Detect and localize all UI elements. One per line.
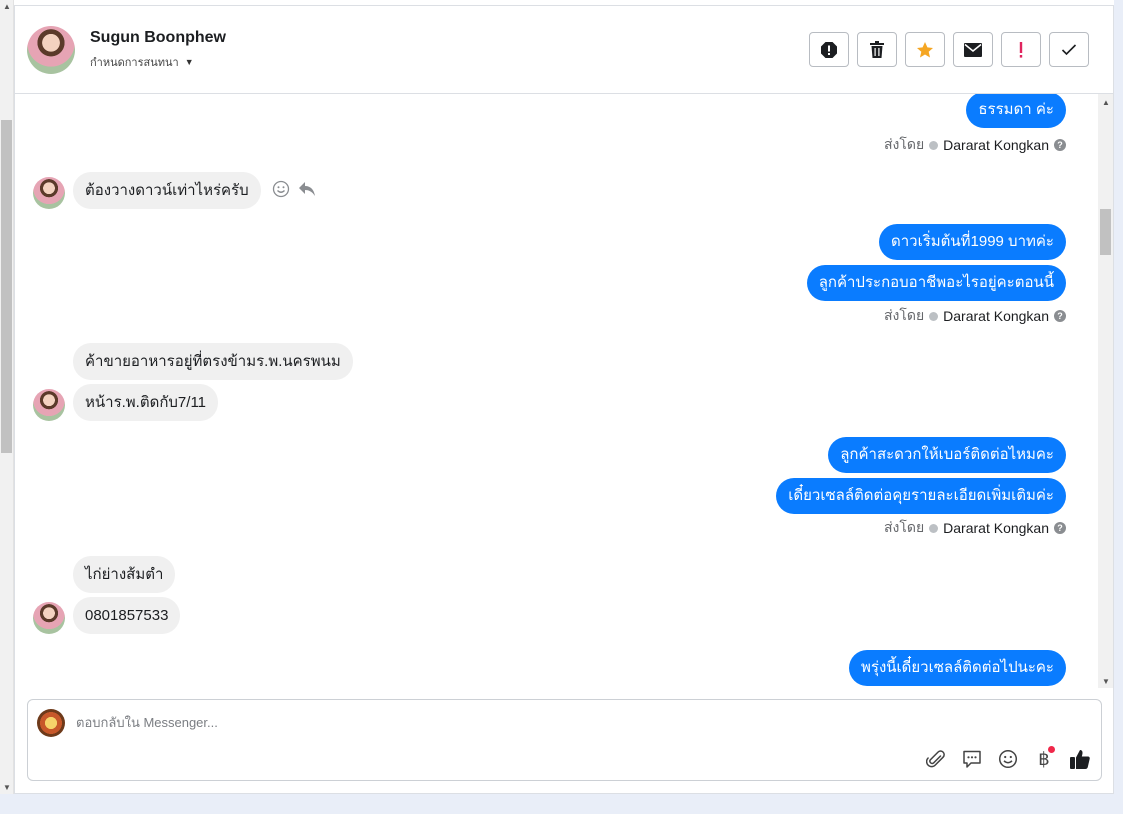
header-actions <box>809 32 1089 67</box>
saved-reply-button[interactable] <box>961 748 983 770</box>
message-bubble-outgoing[interactable]: ธรรมดา ค่ะ <box>966 94 1066 128</box>
message-bubble-incoming[interactable]: ไก่ย่างส้มตำ <box>73 556 176 593</box>
message-bubble-outgoing[interactable]: เดี๋ยวเซลล์ติดต่อคุยรายละเอียดเพิ่มเติมค… <box>776 478 1066 514</box>
follow-up-button[interactable] <box>1001 32 1041 67</box>
agent-dot-icon <box>929 311 939 321</box>
mark-done-button[interactable] <box>1049 32 1089 67</box>
agent-dot-icon <box>929 523 939 533</box>
contact-avatar-small[interactable] <box>33 177 65 209</box>
conversation-panel: Sugun Boonphew กำหนดการสนทนา ▼ ธรรมดา ค่… <box>14 5 1114 794</box>
paperclip-icon <box>926 750 945 768</box>
scroll-up-arrow-icon[interactable]: ▲ <box>3 2 11 11</box>
delete-button[interactable] <box>857 32 897 67</box>
contact-name[interactable]: Sugun Boonphew <box>90 29 226 47</box>
contact-avatar-small[interactable] <box>33 602 65 634</box>
message-tools <box>272 180 316 198</box>
help-icon[interactable]: ? <box>1054 139 1066 151</box>
sent-by-row: ส่งโดย Dararat Kongkan ? <box>884 517 1066 539</box>
emoji-icon <box>998 749 1018 769</box>
message-bubble-incoming[interactable]: หน้าร.พ.ติดกับ7/11 <box>73 384 219 421</box>
message-list-scrollbar-thumb[interactable] <box>1100 209 1111 255</box>
saved-reply-icon <box>963 750 981 768</box>
like-button[interactable] <box>1069 748 1091 770</box>
message-bubble-outgoing[interactable]: ลูกค้าสะดวกให้เบอร์ติดต่อไหมคะ <box>828 437 1066 473</box>
agent-dot-icon <box>929 140 939 150</box>
caret-down-icon: ▼ <box>184 57 194 67</box>
sent-by-prefix: ส่งโดย <box>883 519 925 535</box>
assign-label: กำหนดการสนทนา <box>90 57 179 69</box>
sent-by-agent[interactable]: Dararat Kongkan <box>943 520 1049 536</box>
alert-octagon-icon <box>821 41 837 58</box>
trash-icon <box>870 40 884 58</box>
reply-composer: ฿ <box>27 699 1102 781</box>
help-icon[interactable]: ? <box>1054 522 1066 534</box>
check-icon <box>1061 44 1077 56</box>
message-list-scrollbar[interactable]: ▲ ▼ <box>1098 94 1113 688</box>
scroll-down-arrow-icon[interactable]: ▼ <box>1102 677 1110 686</box>
react-emoji-icon[interactable] <box>272 180 290 198</box>
page-avatar <box>37 709 65 737</box>
message-bubble-outgoing[interactable]: ดาวเริ่มต้นที่1999 บาทค่ะ <box>878 224 1066 260</box>
message-bubble-incoming[interactable]: 0801857533 <box>73 597 181 634</box>
scroll-up-arrow-icon[interactable]: ▲ <box>1102 98 1110 107</box>
contact-avatar-small[interactable] <box>33 389 65 421</box>
payment-button[interactable]: ฿ <box>1033 746 1055 770</box>
message-bubble-incoming[interactable]: ค้าขายอาหารอยู่ที่ตรงข้ามร.พ.นครพนม <box>73 343 353 380</box>
reply-icon[interactable] <box>298 181 316 197</box>
contact-avatar[interactable] <box>27 26 75 74</box>
assign-conversation-dropdown[interactable]: กำหนดการสนทนา ▼ <box>90 53 194 71</box>
page-scrollbar-thumb[interactable] <box>1 120 12 453</box>
emoji-button[interactable] <box>997 748 1019 770</box>
star-button[interactable] <box>905 32 945 67</box>
star-icon <box>917 41 933 57</box>
composer-tools: ฿ <box>925 746 1091 770</box>
spam-button[interactable] <box>809 32 849 67</box>
sent-by-row: ส่งโดย Dararat Kongkan ? <box>884 305 1066 327</box>
notification-dot <box>1048 746 1055 753</box>
envelope-icon <box>964 42 982 57</box>
message-bubble-outgoing[interactable]: พรุ่งนี้เดี๋ยวเซลล์ติดต่อไปนะคะ <box>849 650 1066 686</box>
attach-button[interactable] <box>925 748 947 770</box>
page-scrollbar[interactable]: ▲ ▼ <box>0 0 14 794</box>
exclamation-icon <box>1019 41 1023 58</box>
reply-input[interactable] <box>76 715 776 730</box>
scroll-down-arrow-icon[interactable]: ▼ <box>3 783 11 792</box>
thumbs-up-icon <box>1070 750 1090 769</box>
message-bubble-outgoing[interactable]: ลูกค้าประกอบอาชีพอะไรอยู่คะตอนนี้ <box>806 265 1066 301</box>
message-bubble-incoming[interactable]: ต้องวางดาวน์เท่าไหร่ครับ <box>73 172 261 209</box>
sent-by-row: ส่งโดย Dararat Kongkan ? <box>884 134 1066 156</box>
sent-by-agent[interactable]: Dararat Kongkan <box>943 137 1049 153</box>
conversation-header: Sugun Boonphew กำหนดการสนทนา ▼ <box>15 6 1113 94</box>
help-icon[interactable]: ? <box>1054 310 1066 322</box>
sent-by-agent[interactable]: Dararat Kongkan <box>943 308 1049 324</box>
sent-by-prefix: ส่งโดย <box>883 307 925 323</box>
message-list[interactable]: ธรรมดา ค่ะ ส่งโดย Dararat Kongkan ? ต้อง… <box>15 94 1113 688</box>
sent-by-prefix: ส่งโดย <box>883 136 925 152</box>
mark-unread-button[interactable] <box>953 32 993 67</box>
